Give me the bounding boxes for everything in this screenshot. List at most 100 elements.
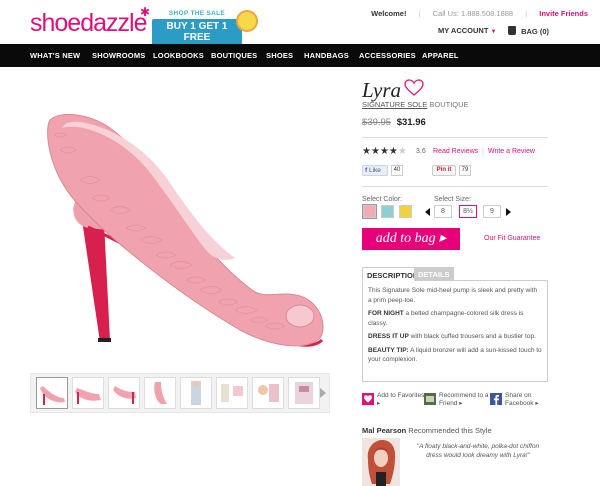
original-price: $39.95 <box>362 117 392 128</box>
my-account-menu[interactable]: MY ACCOUNT ▼ <box>438 26 496 35</box>
utility-bar: Welcome! | Call Us: 1.888.508.1888 | Inv… <box>371 9 588 18</box>
facebook-icon <box>490 393 502 405</box>
description-paragraph: BEAUTY TIP: A liquid bronzer will add a … <box>368 346 542 365</box>
select-color-label: Select Color: <box>362 196 403 203</box>
nav-item-apparel[interactable]: APPAREL <box>422 51 459 60</box>
color-swatch-teal[interactable] <box>381 205 394 218</box>
color-swatch-pink[interactable] <box>363 205 376 218</box>
shoe-illustration <box>47 114 324 347</box>
sale-price: $31.96 <box>396 117 426 128</box>
thumbnail-outfit-image <box>191 381 201 405</box>
size-option[interactable]: 9 <box>483 205 501 218</box>
recommender-name[interactable]: Mal Pearson <box>362 426 406 435</box>
brand-suffix: BOUTIQUE <box>427 100 469 109</box>
thumbnail-outfit-image <box>258 384 279 402</box>
star-icon: ★ <box>370 146 380 157</box>
nav-item-shoes[interactable]: SHOES <box>266 51 293 60</box>
bag-label: BAG (0) <box>521 27 550 36</box>
brand-link[interactable]: SIGNATURE SOLE <box>362 100 427 109</box>
pinterest-pin-button[interactable]: Pin it <box>432 165 456 176</box>
thumbnail-outfit-image <box>295 382 313 404</box>
half-star-icon: ★ <box>388 146 398 157</box>
my-account-label: MY ACCOUNT <box>438 26 489 35</box>
thumbnail-2[interactable] <box>72 377 104 409</box>
shoedazzle-logo[interactable]: shoedazzle ✱ <box>30 5 150 38</box>
star-icon: ★ <box>379 146 389 157</box>
nav-item-accessories[interactable]: ACCESSORIES <box>359 51 416 60</box>
promo-line-1: SHOP THE SALE <box>168 10 226 17</box>
product-tabs: DESCRIPTION DETAILS <box>362 267 548 281</box>
recommendation-suffix: Recommended this Style <box>406 426 492 435</box>
size-next-arrow-icon[interactable] <box>506 208 511 216</box>
description-label: DRESS IT UP <box>368 333 409 340</box>
thumbnail-8[interactable] <box>288 377 320 409</box>
thumbnail-3[interactable] <box>108 377 140 409</box>
thumbnail-outfit-image <box>221 384 243 402</box>
thumbnail-5[interactable] <box>180 377 212 409</box>
shopping-bag-button[interactable]: BAG (0) <box>508 26 549 36</box>
read-reviews-link[interactable]: Read Reviews <box>433 148 478 155</box>
description-panel: This Signature Sole mid-heel pump is sle… <box>362 281 548 382</box>
logo-star-icon: ✱ <box>140 5 150 19</box>
invite-friends-link[interactable]: Invite Friends <box>539 9 588 18</box>
favorite-heart-icon[interactable] <box>404 79 424 97</box>
call-us-text: Call Us: 1.888.508.1888 <box>432 9 514 18</box>
thumbnail-shoe-image <box>113 386 136 404</box>
add-to-bag-button[interactable]: add to bag ▸ <box>362 228 460 250</box>
thumbnail-shoe-image <box>154 382 167 404</box>
welcome-text: Welcome! <box>371 9 407 18</box>
thumbnail-shoe-image <box>75 388 101 404</box>
nav-item-lookbooks[interactable]: LOOKBOOKS <box>153 51 204 60</box>
divider: | <box>482 147 485 156</box>
divider: | <box>525 9 528 18</box>
thumbnail-7[interactable] <box>252 377 284 409</box>
description-paragraph: FOR NIGHT a belted champagne-colored sil… <box>368 309 542 328</box>
recommendation-quote: "A floaty black-and-white, polka-dot chi… <box>416 443 540 459</box>
thumbnail-strip <box>30 373 330 413</box>
size-option[interactable]: 8 <box>434 205 452 218</box>
facebook-like-label: Like <box>368 167 381 174</box>
rating-value: 3.6 <box>416 148 426 155</box>
avatar-photo <box>362 438 400 486</box>
brand-line: SIGNATURE SOLE BOUTIQUE <box>362 100 469 109</box>
logo-text: shoedazzle <box>30 9 147 37</box>
recommender-avatar[interactable] <box>362 438 400 486</box>
recommend-icon <box>424 393 436 405</box>
recommend-to-friend-label: Recommend to a Friend ▸ <box>439 392 489 407</box>
nav-item-showrooms[interactable]: SHOWROOMS <box>92 51 145 60</box>
thumbnail-4[interactable] <box>144 377 176 409</box>
facebook-icon: f <box>365 167 368 174</box>
product-main-image[interactable] <box>30 90 330 360</box>
share-on-facebook-label: Share on Facebook ▸ <box>505 392 539 407</box>
chevron-down-icon: ▼ <box>490 29 497 35</box>
size-prev-arrow-icon[interactable] <box>425 208 430 216</box>
size-option-selected[interactable]: 8½ <box>459 205 477 218</box>
nav-item-whats-new[interactable]: WHAT'S NEW <box>30 51 80 60</box>
tab-details[interactable]: DETAILS <box>414 267 454 281</box>
thumbnail-6[interactable] <box>216 377 248 409</box>
nav-item-boutiques[interactable]: BOUTIQUES <box>211 51 257 60</box>
site-header: shoedazzle ✱ SHOP THE SALE BUY 1 GET 1 F… <box>0 0 600 45</box>
promo-line-2: BUY 1 GET 1 FREE <box>152 19 242 45</box>
description-text: with black cuffed trousers and a bustier… <box>408 333 536 340</box>
heart-icon <box>362 393 374 405</box>
description-label: BEAUTY TIP: <box>368 346 409 354</box>
description-paragraph: DRESS IT UP with black cuffed trousers a… <box>368 332 542 342</box>
facebook-like-count: 40 <box>391 165 403 176</box>
promo-burst-icon <box>238 12 256 30</box>
thumbnail-1[interactable] <box>36 377 68 409</box>
recommendation-header: Mal Pearson Recommended this Style <box>362 426 492 435</box>
nav-item-handbags[interactable]: HANDBAGS <box>304 51 349 60</box>
divider: | <box>418 9 421 18</box>
promo-banner[interactable]: SHOP THE SALE BUY 1 GET 1 FREE <box>152 10 256 45</box>
thumbnail-shoe-image <box>40 386 65 405</box>
divider <box>362 186 548 187</box>
description-intro: This Signature Sole mid-heel pump is sle… <box>368 287 538 304</box>
fit-guarantee-link[interactable]: Our Fit Guarantee <box>484 235 540 242</box>
thumbnail-next-arrow-icon[interactable] <box>320 388 326 398</box>
color-swatch-yellow[interactable] <box>399 205 412 218</box>
facebook-like-button[interactable]: f Like <box>362 165 388 176</box>
description-label: FOR NIGHT <box>368 310 404 317</box>
write-review-link[interactable]: Write a Review <box>488 148 535 155</box>
empty-star-icon: ★ <box>397 146 407 157</box>
